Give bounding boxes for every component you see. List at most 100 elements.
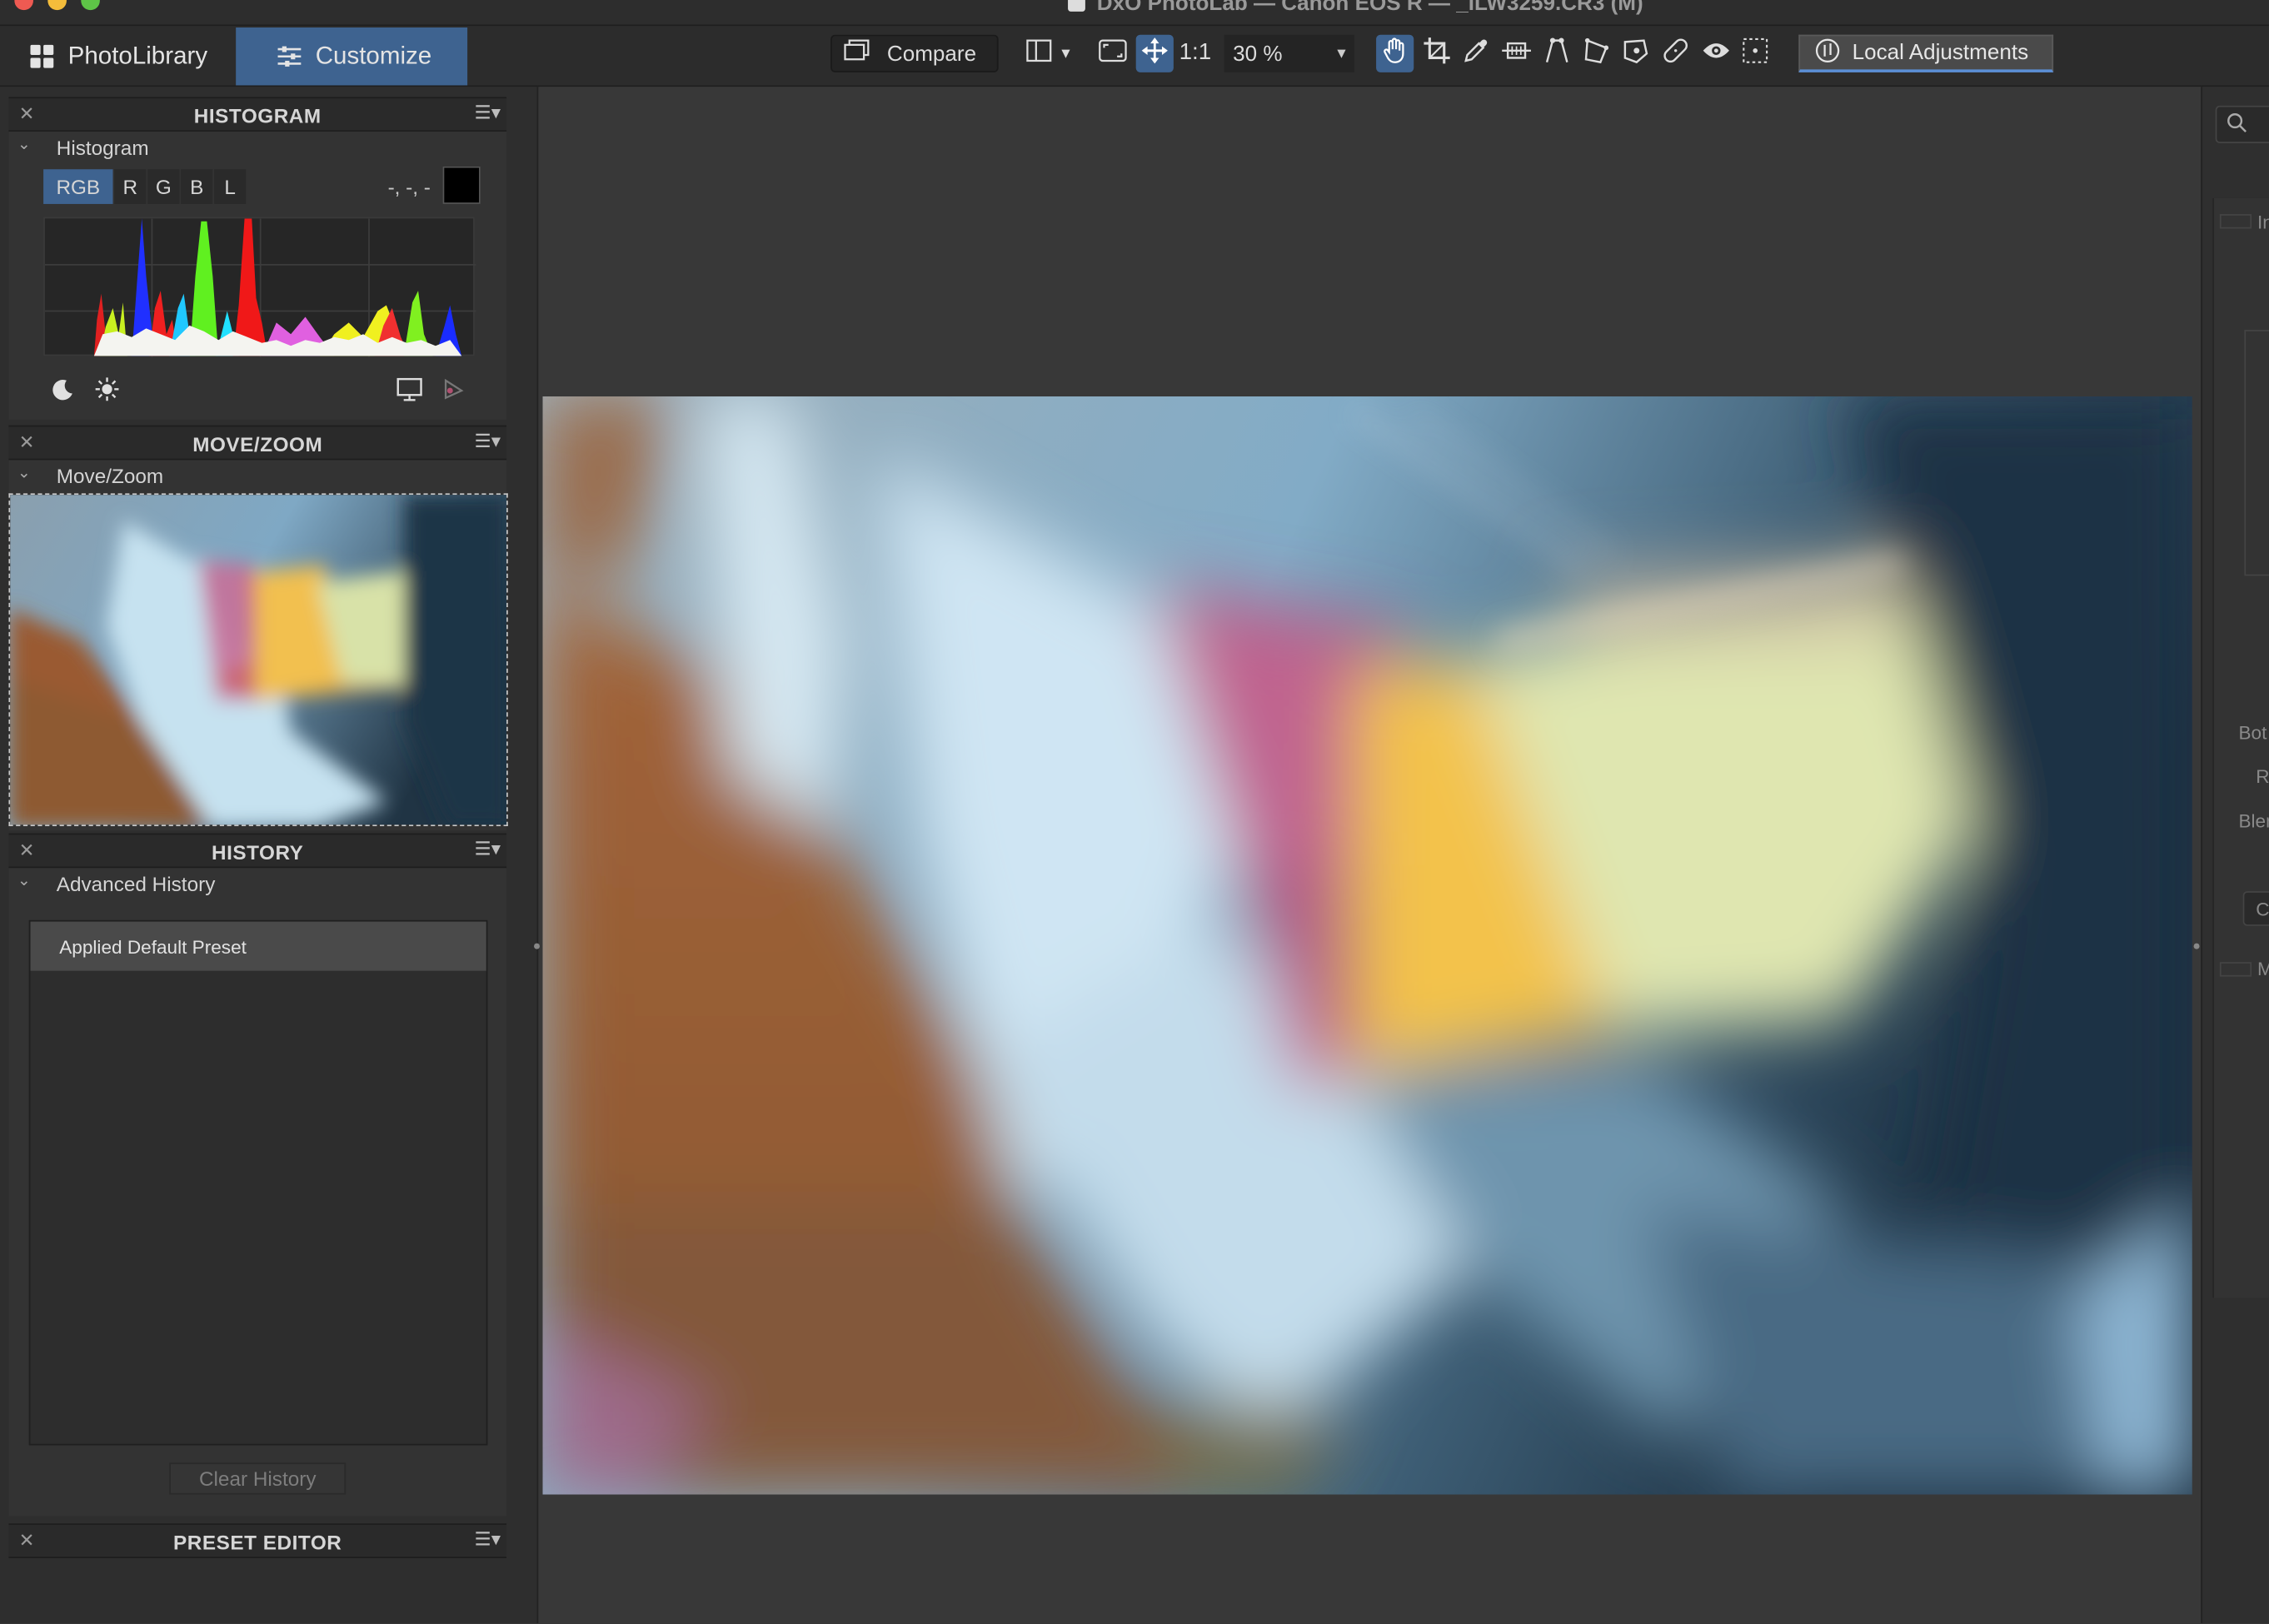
eye-icon [1702, 41, 1731, 67]
soft-proof-toggle[interactable] [437, 376, 469, 408]
tab-photolibrary-label: PhotoLibrary [67, 42, 208, 70]
history-panel-header[interactable]: ✕ HISTORY ☰▾ [8, 833, 507, 869]
tab-photolibrary[interactable]: PhotoLibrary [0, 27, 235, 86]
histogram-graph [43, 217, 476, 358]
right-preview-box [2244, 330, 2269, 576]
right-search-field[interactable] [2215, 105, 2269, 143]
channel-g-button[interactable]: G [147, 169, 180, 204]
history-section-title: Advanced History [56, 872, 216, 896]
main-photo[interactable] [542, 396, 2192, 1495]
local-adjustments-button[interactable]: Local Adjustments [1798, 34, 2054, 72]
split-view-icon [1025, 39, 1051, 68]
highlight-clipping-toggle[interactable] [91, 376, 122, 408]
zoom-level-value: 30 % [1233, 41, 1283, 67]
panel-menu-icon[interactable]: ☰▾ [474, 102, 501, 125]
grid-icon [29, 43, 55, 69]
tab-customize[interactable]: Customize [236, 27, 468, 86]
hand-tool-button[interactable] [1376, 34, 1414, 72]
split-view-dropdown[interactable]: ▼ [1020, 35, 1078, 72]
history-item[interactable]: Applied Default Preset [30, 921, 486, 971]
movezoom-panel-header[interactable]: ✕ MOVE/ZOOM ☰▾ [8, 425, 507, 461]
right-checkbox-2[interactable] [2219, 962, 2252, 977]
gamut-icon [441, 377, 465, 407]
pixel-values-readout: -, -, - [387, 175, 431, 198]
right-label-1: In [2257, 211, 2269, 233]
panel-menu-icon[interactable]: ☰▾ [474, 430, 501, 453]
move-arrows-icon [1140, 36, 1169, 71]
navigator-thumbnail[interactable] [8, 493, 508, 826]
histogram-channel-selector: RGB R G B L [43, 169, 247, 204]
navigator-thumbnail-image [10, 495, 507, 825]
right-panel-splitter[interactable] [2193, 943, 2200, 949]
hand-icon [1380, 36, 1409, 71]
screen-profile-toggle[interactable] [394, 376, 426, 408]
left-panel-splitter[interactable] [534, 943, 540, 949]
volume-deformation-button[interactable] [1578, 35, 1615, 72]
shadow-clipping-toggle[interactable] [47, 376, 79, 408]
right-checkbox-1[interactable] [2219, 214, 2252, 229]
history-list: Applied Default Preset [28, 919, 488, 1446]
histogram-section-title: Histogram [56, 136, 149, 160]
compare-label: Compare [886, 41, 977, 67]
channel-l-button[interactable]: L [214, 169, 247, 204]
crop-tool-button[interactable] [1418, 35, 1455, 72]
sun-icon [94, 376, 120, 409]
white-balance-picker-button[interactable] [1457, 35, 1494, 72]
mask-polygon-icon [1621, 36, 1650, 71]
right-label-2: Bot [2238, 721, 2267, 744]
histogram-section-toggle[interactable]: ⌄ Histogram [8, 132, 506, 163]
right-button-c[interactable]: C [2242, 891, 2269, 926]
histogram-panel-title: HISTOGRAM [193, 104, 322, 127]
eyedropper-icon [1462, 36, 1491, 71]
window-title: DxO PhotoLab — Canon EOS R — _ILW3259.CR… [1068, 0, 1643, 16]
local-adjustments-label: Local Adjustments [1852, 40, 2029, 66]
horizon-icon [1500, 39, 1532, 68]
chevron-down-icon: ⌄ [17, 464, 31, 482]
right-label-4: Blen [2238, 810, 2268, 832]
minimize-window-button[interactable] [47, 0, 67, 11]
monitor-icon [395, 376, 424, 409]
compare-icon [844, 39, 870, 68]
pixel-color-swatch [442, 166, 481, 204]
movezoom-section-title: Move/Zoom [56, 464, 164, 488]
grid-overlay-button[interactable] [1737, 35, 1774, 72]
right-button-c-label: C [2256, 898, 2269, 920]
repair-tool-button[interactable] [1657, 35, 1694, 72]
movezoom-panel-title: MOVE/ZOOM [192, 432, 323, 456]
channel-r-button[interactable]: R [114, 169, 147, 204]
right-label-3: R [2256, 765, 2269, 788]
crop-icon [1423, 36, 1452, 71]
red-eye-tool-button[interactable] [1698, 35, 1735, 72]
history-section-toggle[interactable]: ⌄ Advanced History [8, 868, 506, 899]
bandage-icon [1661, 36, 1690, 71]
move-zoom-tool-button[interactable] [1135, 34, 1174, 72]
history-panel-title: HISTORY [212, 840, 304, 864]
local-mask-tool-button[interactable] [1616, 35, 1653, 72]
channel-b-button[interactable]: B [181, 169, 213, 204]
app-window: DxO PhotoLab — Canon EOS R — _ILW3259.CR… [0, 0, 2269, 1624]
close-window-button[interactable] [14, 0, 33, 11]
channel-rgb-button[interactable]: RGB [43, 169, 113, 204]
perspective-tool-button[interactable] [1538, 35, 1576, 72]
document-icon [1068, 0, 1085, 12]
zoom-level-dropdown[interactable]: 30 % ▼ [1224, 34, 1355, 72]
compare-button[interactable]: Compare [830, 34, 999, 72]
title-bar: DxO PhotoLab — Canon EOS R — _ILW3259.CR… [0, 0, 2269, 27]
panel-menu-icon[interactable]: ☰▾ [474, 1527, 501, 1551]
zoom-window-button[interactable] [81, 0, 100, 11]
horizon-tool-button[interactable] [1498, 35, 1535, 72]
panel-menu-icon[interactable]: ☰▾ [474, 838, 501, 861]
preset-editor-panel-header[interactable]: ✕ PRESET EDITOR ☰▾ [8, 1523, 507, 1558]
fit-to-screen-button[interactable] [1094, 35, 1131, 72]
sliders-icon [277, 45, 302, 68]
polygon-icon [1582, 36, 1611, 71]
chevron-down-icon: ▼ [1058, 45, 1074, 62]
histogram-panel-header[interactable]: ✕ HISTOGRAM ☰▾ [8, 97, 507, 132]
movezoom-section-toggle[interactable]: ⌄ Move/Zoom [8, 460, 506, 491]
search-icon [2226, 112, 2249, 142]
clear-history-button[interactable]: Clear History [169, 1462, 347, 1495]
one-to-one-button[interactable]: 1:1 [1178, 35, 1213, 72]
right-panel: In Bot R Blen C M [2201, 87, 2269, 1624]
dotted-frame-icon [1741, 36, 1770, 71]
chevron-down-icon: ⌄ [17, 136, 31, 154]
